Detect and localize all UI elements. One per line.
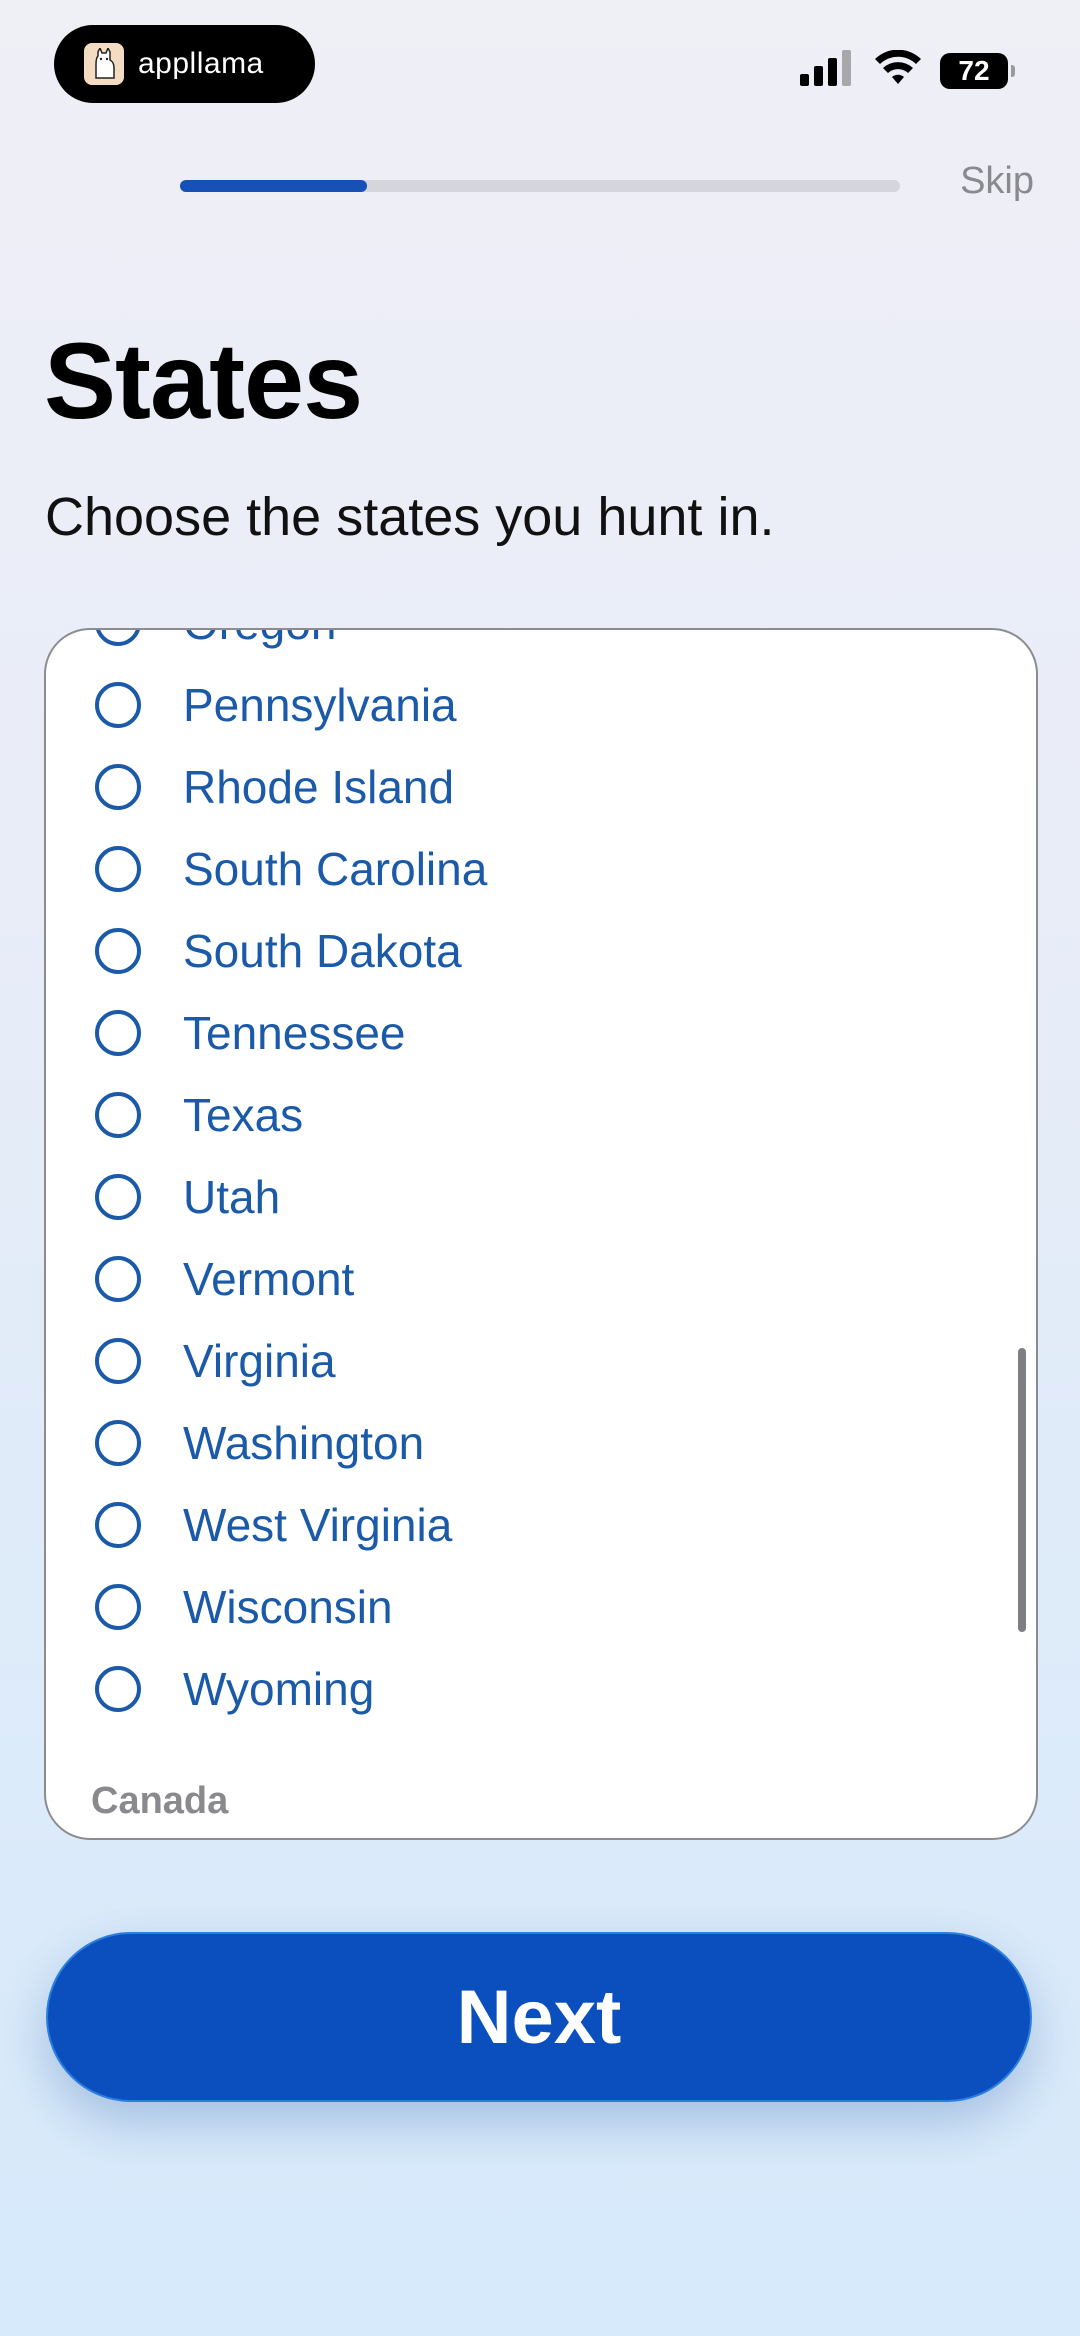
state-option[interactable]: Tennessee: [46, 992, 1036, 1074]
progress-fill: [180, 180, 368, 192]
states-list[interactable]: Oregon Pennsylvania Rhode Island South Caro…: [44, 628, 1038, 1840]
radio-unchecked-icon[interactable]: [95, 682, 141, 728]
state-label: Virginia: [183, 1335, 336, 1387]
state-label: Rhode Island: [183, 761, 455, 813]
radio-unchecked-icon[interactable]: [95, 630, 141, 646]
state-option[interactable]: Oregon: [46, 630, 1036, 664]
radio-unchecked-icon[interactable]: [95, 1092, 141, 1138]
radio-unchecked-icon[interactable]: [95, 846, 141, 892]
state-label: West Virginia: [183, 1499, 453, 1551]
state-option[interactable]: Washington: [46, 1402, 1036, 1484]
next-button[interactable]: Next: [46, 1932, 1032, 2102]
state-option[interactable]: South Carolina: [46, 828, 1036, 910]
radio-unchecked-icon[interactable]: [95, 1174, 141, 1220]
state-label: South Dakota: [183, 925, 462, 977]
skip-button[interactable]: Skip: [960, 160, 1034, 203]
onboarding-progress-bar: [180, 180, 900, 192]
state-label: Texas: [183, 1089, 304, 1141]
state-option[interactable]: South Dakota: [46, 910, 1036, 992]
radio-unchecked-icon[interactable]: [95, 1420, 141, 1466]
states-list-content: Oregon Pennsylvania Rhode Island South Caro…: [46, 630, 1036, 1823]
state-label: South Carolina: [183, 843, 488, 895]
state-option[interactable]: Vermont: [46, 1238, 1036, 1320]
radio-unchecked-icon[interactable]: [95, 928, 141, 974]
state-label: Wisconsin: [183, 1581, 393, 1633]
state-label: Washington: [183, 1417, 425, 1469]
state-option[interactable]: Virginia: [46, 1320, 1036, 1402]
wifi-icon: [874, 49, 922, 91]
radio-unchecked-icon[interactable]: [95, 1502, 141, 1548]
state-option[interactable]: Wisconsin: [46, 1566, 1036, 1648]
section-header-canada: Canada: [91, 1780, 229, 1822]
battery-level: 72: [958, 54, 990, 86]
signal-icon: [800, 50, 856, 91]
radio-unchecked-icon[interactable]: [95, 1584, 141, 1630]
page-subtitle: Choose the states you hunt in.: [45, 487, 775, 547]
state-label: Pennsylvania: [183, 679, 457, 731]
state-label: Vermont: [183, 1253, 355, 1305]
state-label: Wyoming: [183, 1663, 375, 1715]
state-option[interactable]: West Virginia: [46, 1484, 1036, 1566]
radio-unchecked-icon[interactable]: [95, 1338, 141, 1384]
state-label: Utah: [183, 1171, 281, 1223]
llama-logo-icon: [84, 43, 124, 85]
radio-unchecked-icon[interactable]: [95, 1010, 141, 1056]
state-label: Oregon: [183, 630, 336, 650]
state-option[interactable]: Utah: [46, 1156, 1036, 1238]
state-option[interactable]: Rhode Island: [46, 746, 1036, 828]
state-option[interactable]: Texas: [46, 1074, 1036, 1156]
page-title: States: [44, 320, 363, 441]
state-option[interactable]: Wyoming: [46, 1648, 1036, 1730]
radio-unchecked-icon[interactable]: [95, 1256, 141, 1302]
list-scrollbar[interactable]: [1018, 1348, 1026, 1632]
state-option[interactable]: Pennsylvania: [46, 664, 1036, 746]
battery-icon: 72: [940, 52, 1015, 89]
app-name: appllama: [138, 47, 264, 80]
state-label: Tennessee: [183, 1007, 406, 1059]
status-icons: 72: [800, 49, 1015, 91]
app-switch-pill[interactable]: appllama: [54, 25, 315, 103]
radio-unchecked-icon[interactable]: [95, 764, 141, 810]
radio-unchecked-icon[interactable]: [95, 1666, 141, 1712]
